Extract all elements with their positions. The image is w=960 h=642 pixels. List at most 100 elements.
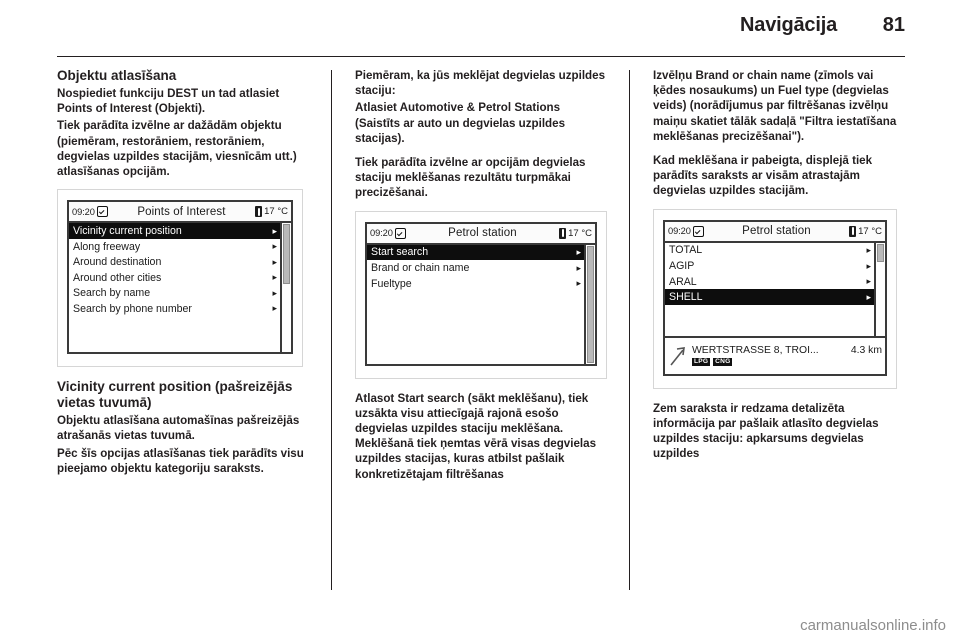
station-distance: 4.3 km [850, 344, 882, 356]
temperature-label: 17 °C [568, 227, 592, 239]
chevron-right-icon: ▸ [866, 276, 871, 287]
petrol-menu-list: Start search ▸ Brand or chain name ▸ Fue… [367, 244, 584, 364]
screen-body: Vicinity current position ▸ Along freewa… [69, 223, 291, 353]
paragraph-menu-description: Tiek parādīta izvēlne ar dažādām objektu… [57, 119, 297, 179]
list-item[interactable]: TOTAL ▸ [665, 243, 874, 259]
header-divider [57, 56, 905, 57]
chevron-right-icon: ▸ [272, 287, 277, 298]
column-separator-1 [331, 70, 332, 590]
chevron-right-icon: ▸ [866, 291, 871, 302]
chevron-right-icon: ▸ [866, 244, 871, 255]
watermark: carmanualsonline.info [800, 617, 946, 634]
thermometer-icon [559, 227, 567, 239]
list-item[interactable]: Vicinity current position ▸ [69, 223, 280, 239]
list-item[interactable]: ARAL ▸ [665, 274, 874, 290]
scrollbar[interactable] [280, 223, 291, 353]
paragraph-detail-info: Zem saraksta ir redzama detalizēta infor… [653, 401, 879, 461]
paragraph-start-search-description: Atlasot Start search (sākt meklēšanu), t… [355, 391, 597, 481]
chevron-right-icon: ▸ [272, 303, 277, 314]
list-item[interactable]: Fueltype ▸ [367, 276, 584, 292]
paragraph-brand-fueltype: Izvēlņu Brand or chain name (zīmols vai … [653, 69, 897, 143]
chevron-right-icon: ▸ [866, 260, 871, 271]
list-item-label: Search by phone number [73, 302, 192, 315]
list-item[interactable]: Start search ▸ [367, 244, 584, 261]
list-item[interactable]: Along freeway ▸ [69, 239, 280, 255]
petrol-results-list: TOTAL ▸ AGIP ▸ ARAL ▸ SHELL ▸ [665, 243, 874, 336]
list-item-label: Along freeway [73, 240, 141, 253]
list-item-label: ARAL [669, 275, 697, 288]
chevron-right-icon: ▸ [272, 272, 277, 283]
scrollbar-thumb[interactable] [587, 245, 594, 363]
list-item-label: Fueltype [371, 277, 412, 290]
status-bar: 09:20 Petrol station 17 °C [367, 223, 595, 245]
list-item-label: Brand or chain name [371, 262, 470, 275]
chevron-right-icon: ▸ [576, 246, 581, 257]
manual-page: Navigācija 81 Objektu atlasīšana Nospied… [0, 0, 960, 642]
list-item-label: TOTAL [669, 244, 703, 257]
columns-container: Objektu atlasīšana Nospiediet funkciju D… [57, 68, 905, 596]
section-heading-vicinity: Vicinity current position (pašreizējās v… [57, 379, 293, 411]
clock-checkmark-icon [394, 227, 406, 239]
chevron-right-icon: ▸ [272, 256, 277, 267]
selected-station-detail: WERTSTRASSE 8, TROI... 4.3 km LPG CNG [665, 335, 885, 374]
screen-title: Petrol station [448, 227, 517, 240]
page-title: Navigācija [740, 14, 837, 36]
list-item[interactable]: AGIP ▸ [665, 258, 874, 274]
station-address: WERTSTRASSE 8, TROI... [692, 344, 819, 356]
temperature-group: 17 °C [255, 206, 288, 218]
clock-label: 09:20 [668, 226, 691, 237]
screen-body: Start search ▸ Brand or chain name ▸ Fue… [367, 244, 595, 364]
clock-label: 09:20 [370, 228, 393, 239]
fuel-badge-cng: CNG [713, 357, 733, 367]
infotainment-screen-poi: 09:20 Points of Interest 17 °C Vicinity … [67, 200, 293, 355]
temperature-group: 17 °C [849, 225, 882, 237]
scrollbar-thumb[interactable] [877, 243, 884, 262]
chevron-right-icon: ▸ [576, 278, 581, 289]
station-detail-text: WERTSTRASSE 8, TROI... 4.3 km LPG CNG [692, 345, 882, 367]
screen-title: Petrol station [742, 225, 811, 238]
scrollbar[interactable] [584, 244, 595, 364]
list-item-label: Search by name [73, 287, 151, 300]
list-item[interactable]: Search by name ▸ [69, 286, 280, 302]
list-item[interactable]: Search by phone number ▸ [69, 301, 280, 317]
infotainment-screen-petrol-menu: 09:20 Petrol station 17 °C Start search [365, 221, 597, 366]
paragraph-vicinity-categories: Pēc šīs opcijas atlasīšanas tiek parādīt… [57, 446, 304, 475]
paragraph-dest-instruction: Nospiediet funkciju DEST un tad atlasiet… [57, 87, 280, 116]
column-2: Piemēram, ka jūs meklējat degvielas uzpi… [355, 68, 607, 596]
list-item[interactable]: SHELL ▸ [665, 289, 874, 305]
column-1: Objektu atlasīšana Nospiediet funkciju D… [57, 68, 309, 596]
arrow-northeast-icon [668, 344, 688, 368]
chevron-right-icon: ▸ [272, 225, 277, 236]
temperature-group: 17 °C [559, 227, 592, 239]
page-number: 81 [882, 14, 905, 36]
scrollbar[interactable] [874, 242, 885, 336]
list-item-label: Around destination [73, 256, 162, 269]
column-separator-2 [629, 70, 630, 590]
screen-body: TOTAL ▸ AGIP ▸ ARAL ▸ SHELL ▸ [665, 242, 885, 336]
temperature-label: 17 °C [858, 225, 882, 237]
scrollbar-thumb[interactable] [283, 224, 290, 285]
paragraph-select-automotive: Atlasiet Automotive & Petrol Stations (S… [355, 101, 566, 145]
fuel-badges: LPG CNG [692, 357, 882, 367]
column-3: Izvēlņu Brand or chain name (zīmols vai … [653, 68, 905, 596]
status-bar: 09:20 Points of Interest 17 °C [69, 202, 291, 224]
station-address-row: WERTSTRASSE 8, TROI... 4.3 km [692, 345, 882, 356]
screenshot-petrol-station-menu: 09:20 Petrol station 17 °C Start search [355, 210, 607, 379]
poi-list: Vicinity current position ▸ Along freewa… [69, 223, 280, 352]
list-item[interactable]: Around destination ▸ [69, 254, 280, 270]
temperature-label: 17 °C [264, 206, 288, 218]
list-item-label: Around other cities [73, 271, 162, 284]
page-header: Navigācija 81 [57, 14, 905, 50]
paragraph-refine-menu: Tiek parādīta izvēlne ar opcijām degviel… [355, 156, 586, 200]
fuel-badge-lpg: LPG [692, 357, 711, 367]
paragraph-vicinity-description: Objektu atlasīšana automašīnas pašreizēj… [57, 414, 300, 443]
list-item[interactable]: Around other cities ▸ [69, 270, 280, 286]
screenshot-points-of-interest: 09:20 Points of Interest 17 °C Vicinity … [57, 189, 303, 368]
paragraph-search-complete: Kad meklēšana ir pabeigta, displejā tiek… [653, 154, 873, 198]
status-bar: 09:20 Petrol station 17 °C [665, 221, 885, 243]
list-item-label: SHELL [669, 291, 703, 304]
list-item-label: AGIP [669, 260, 695, 273]
clock-label: 09:20 [72, 206, 95, 217]
section-heading-object-selection: Objektu atlasīšana [57, 68, 177, 83]
list-item[interactable]: Brand or chain name ▸ [367, 260, 584, 276]
